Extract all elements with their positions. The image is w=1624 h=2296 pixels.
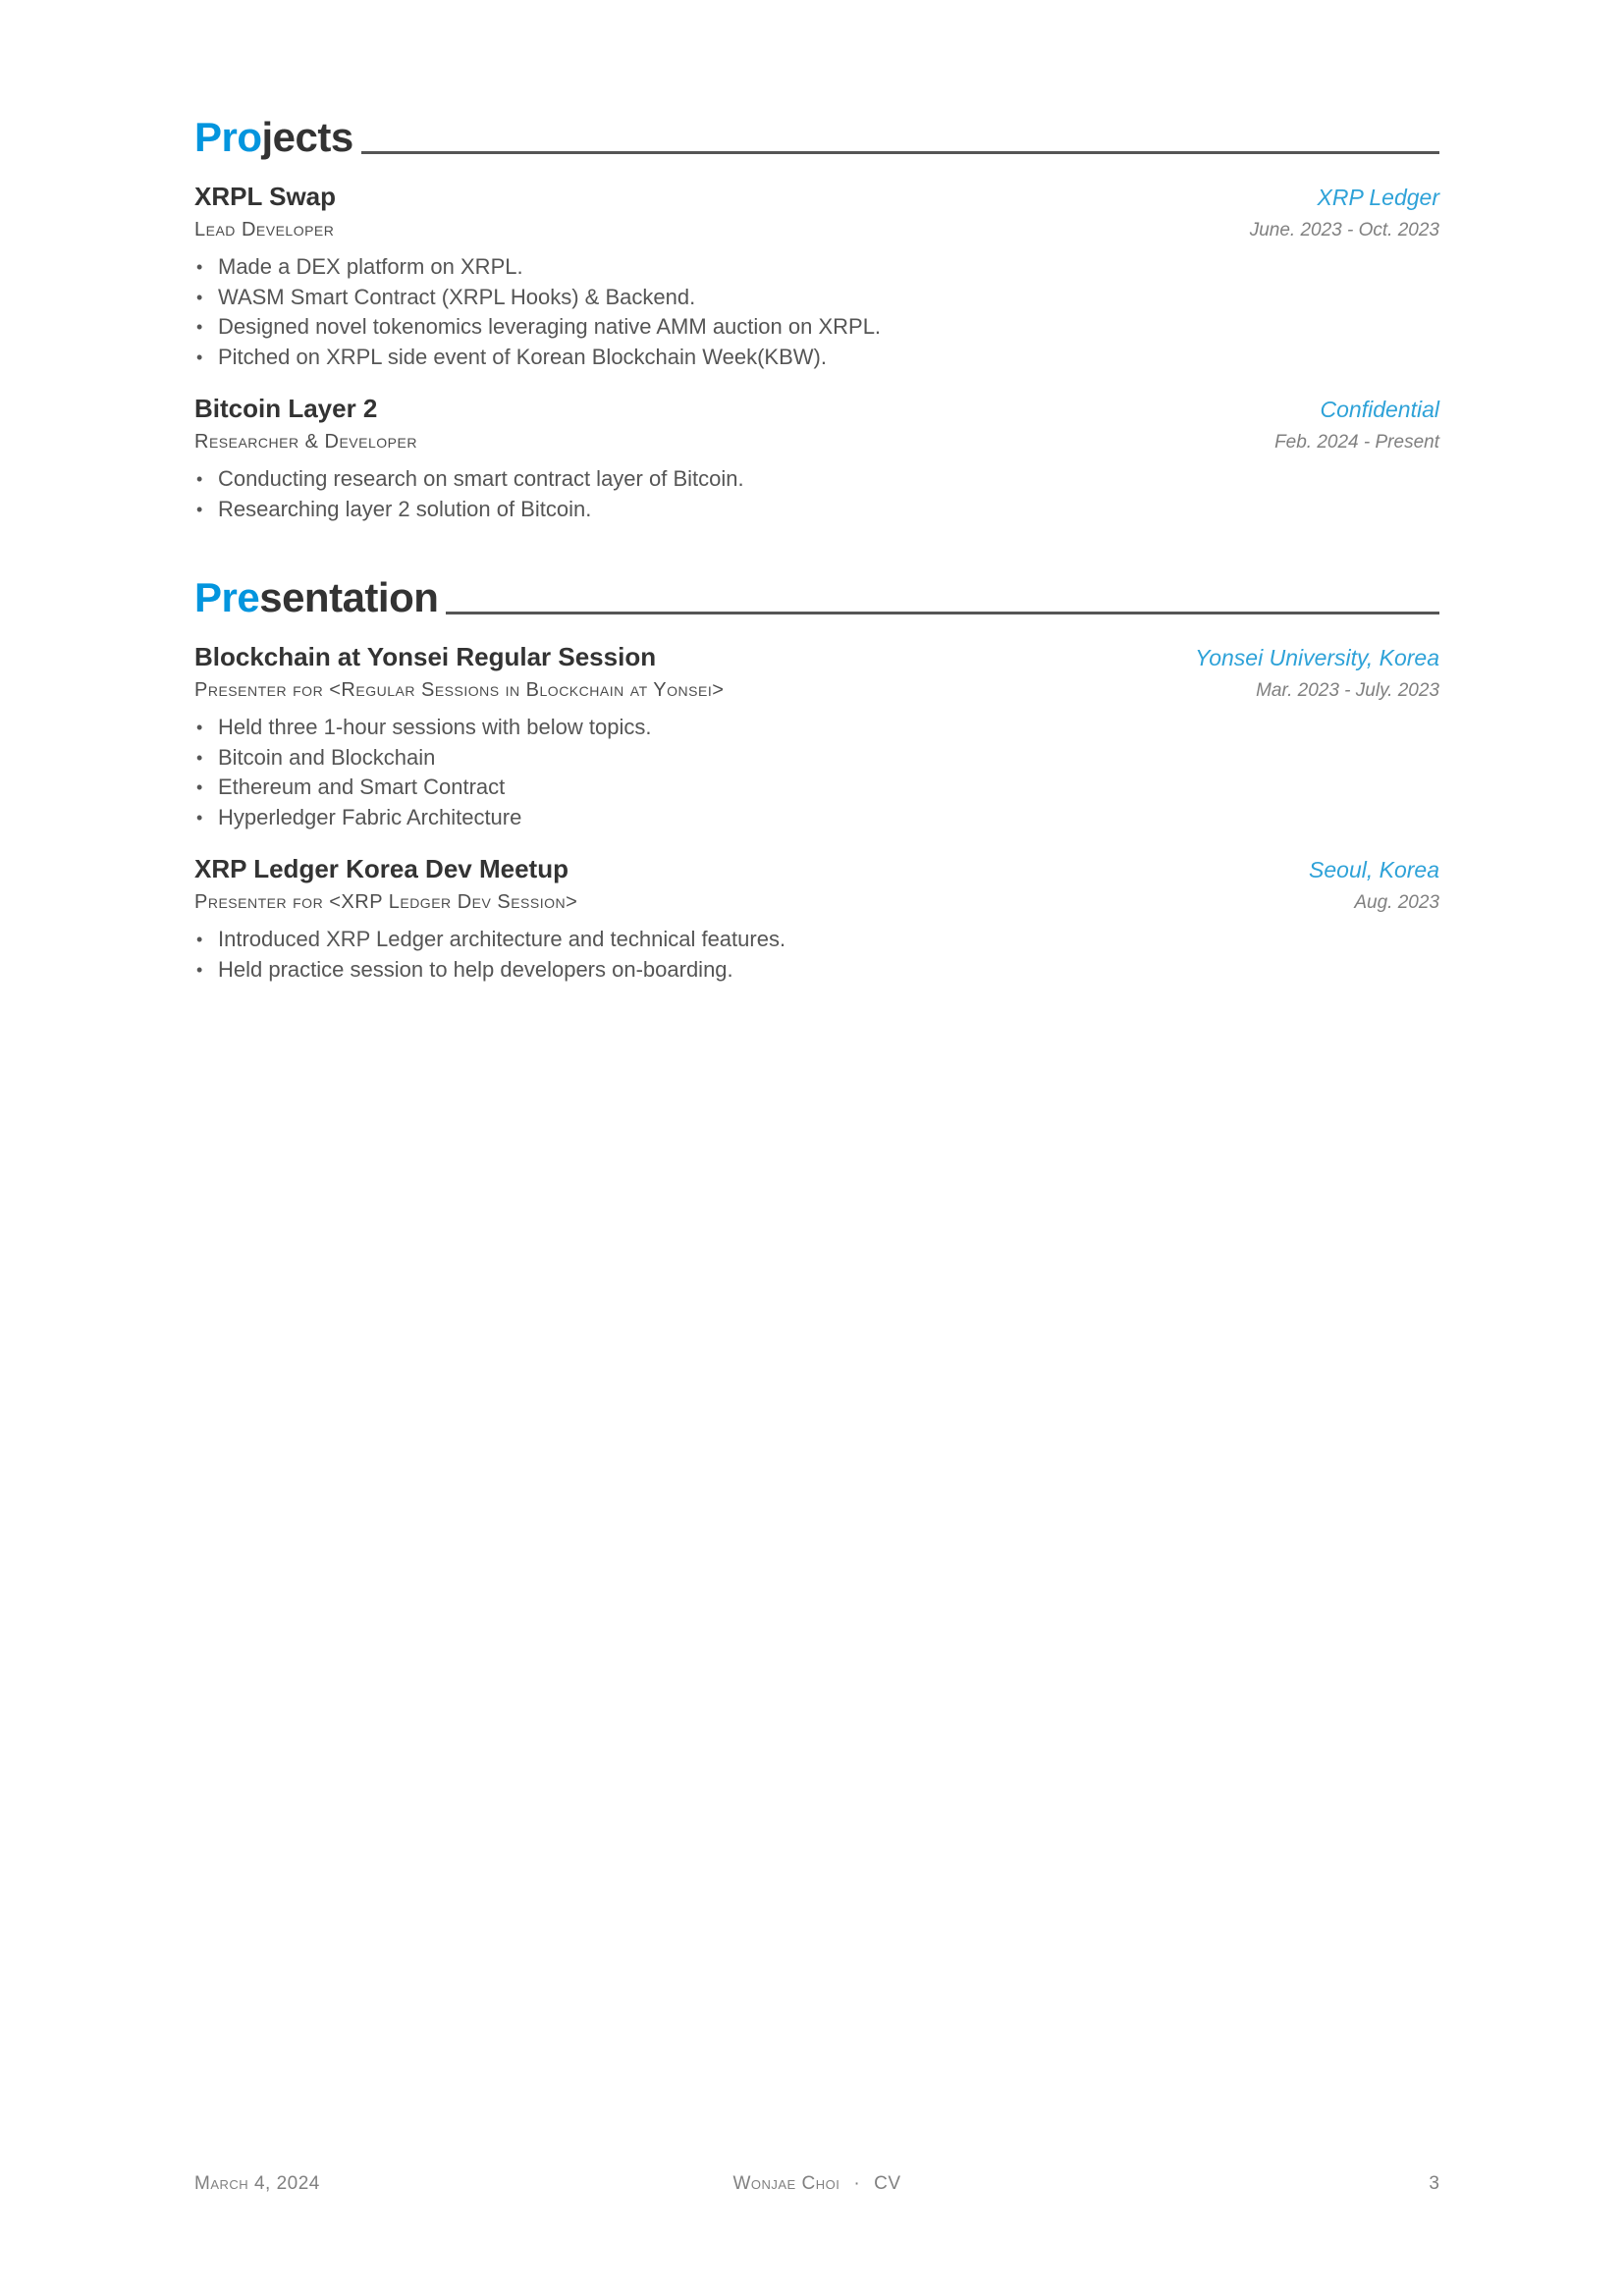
bullet-icon: •: [196, 777, 203, 797]
section-title: Projects: [194, 117, 353, 158]
page-footer: March 4, 2024 Wonjae Choi · CV 3: [194, 2173, 1439, 2203]
list-item: • Conducting research on smart contract l…: [194, 464, 1439, 495]
entry-blockchain-at-yonsei: Blockchain at Yonsei Regular Session Yon…: [194, 642, 1439, 832]
list-item: • Ethereum and Smart Contract: [194, 773, 1439, 803]
section-title-accent: Pro: [194, 114, 262, 160]
section-projects: Projects XRPL Swap XRP Ledger Lead Devel…: [194, 103, 1439, 524]
entry-date: Mar. 2023 - July. 2023: [1256, 680, 1439, 701]
bullet-list: • Conducting research on smart contract l…: [194, 464, 1439, 524]
entry-location: Confidential: [1320, 397, 1439, 422]
bullet-list: • Held three 1-hour sessions with below t…: [194, 713, 1439, 832]
bullet-text: Held practice session to help developers…: [218, 956, 733, 982]
bullet-icon: •: [196, 807, 203, 828]
section-rule: [446, 612, 1439, 614]
bullet-icon: •: [196, 499, 203, 519]
entry-bitcoin-layer-2: Bitcoin Layer 2 Confidential Researcher …: [194, 394, 1439, 524]
cv-page: Projects XRPL Swap XRP Ledger Lead Devel…: [194, 103, 1439, 1024]
list-item: • Held practice session to help developer…: [194, 955, 1439, 986]
bullet-text: Bitcoin and Blockchain: [218, 744, 436, 770]
list-item: • Introduced XRP Ledger architecture and …: [194, 925, 1439, 955]
bullet-text: Designed novel tokenomics leveraging nat…: [218, 314, 882, 339]
footer-separator: ·: [853, 2173, 861, 2194]
section-title-rest: sentation: [259, 574, 439, 620]
bullet-text: Held three 1-hour sessions with below to…: [218, 715, 652, 739]
list-item: • Designed novel tokenomics leveraging na…: [194, 312, 1439, 343]
bullet-icon: •: [196, 257, 203, 277]
list-item: • Researching layer 2 solution of Bitcoin…: [194, 495, 1439, 525]
section-title-rest: jects: [261, 114, 354, 160]
bullet-icon: •: [196, 959, 203, 980]
entry-location: XRP Ledger: [1317, 185, 1439, 210]
entry-date: Feb. 2024 - Present: [1274, 432, 1439, 453]
list-item: • Hyperledger Fabric Architecture: [194, 803, 1439, 833]
section-title-accent: Pre: [194, 574, 260, 620]
entry-date: Aug. 2023: [1354, 892, 1439, 913]
bullet-icon: •: [196, 347, 203, 367]
bullet-text: Ethereum and Smart Contract: [218, 774, 506, 799]
entry-location: Yonsei University, Korea: [1195, 645, 1439, 670]
entry-position: Researcher & Developer: [194, 431, 417, 453]
footer-title: Wonjae Choi · CV: [194, 2173, 1439, 2195]
list-item: • Pitched on XRPL side event of Korean Bl…: [194, 343, 1439, 373]
list-item: • Bitcoin and Blockchain: [194, 743, 1439, 774]
bullet-text: WASM Smart Contract (XRPL Hooks) & Backe…: [218, 284, 696, 309]
bullet-icon: •: [196, 930, 203, 949]
bullet-text: Researching layer 2 solution of Bitcoin.: [218, 496, 592, 521]
bullet-text: Pitched on XRPL side event of Korean Blo…: [218, 344, 827, 369]
bullet-text: Made a DEX platform on XRPL.: [218, 254, 523, 279]
entry-xrp-ledger-korea-meetup: XRP Ledger Korea Dev Meetup Seoul, Korea…: [194, 854, 1439, 985]
entry-title: XRP Ledger Korea Dev Meetup: [194, 854, 568, 883]
entry-position: Lead Developer: [194, 219, 335, 240]
entry-xrpl-swap: XRPL Swap XRP Ledger Lead Developer June…: [194, 182, 1439, 372]
bullet-text: Hyperledger Fabric Architecture: [218, 804, 522, 829]
bullet-icon: •: [196, 747, 203, 768]
list-item: • WASM Smart Contract (XRPL Hooks) & Back…: [194, 283, 1439, 313]
bullet-list: • Made a DEX platform on XRPL. • WASM Smar…: [194, 252, 1439, 372]
bullet-icon: •: [196, 287, 203, 307]
section-presentation: Presentation Blockchain at Yonsei Regula…: [194, 563, 1439, 985]
section-header: Projects: [194, 103, 1439, 158]
entry-title: XRPL Swap: [194, 182, 337, 211]
bullet-icon: •: [196, 317, 203, 337]
section-header: Presentation: [194, 563, 1439, 618]
footer-name: Wonjae Choi: [732, 2173, 840, 2194]
list-item: • Made a DEX platform on XRPL.: [194, 252, 1439, 283]
section-title: Presentation: [194, 574, 439, 620]
footer-doc: CV: [874, 2173, 901, 2194]
entry-position: Presenter for <Regular Sessions in Block…: [194, 679, 725, 701]
entry-date: June. 2023 - Oct. 2023: [1249, 220, 1439, 240]
section-rule: [360, 151, 1439, 154]
bullet-list: • Introduced XRP Ledger architecture and …: [194, 925, 1439, 985]
footer-page-number: 3: [1429, 2173, 1439, 2194]
list-item: • Held three 1-hour sessions with below t…: [194, 713, 1439, 743]
entry-position: Presenter for <XRP Ledger Dev Session>: [194, 891, 578, 913]
bullet-icon: •: [196, 469, 203, 489]
bullet-text: Conducting research on smart contract la…: [218, 466, 744, 491]
entry-title: Bitcoin Layer 2: [194, 394, 378, 423]
entry-title: Blockchain at Yonsei Regular Session: [194, 642, 657, 671]
entry-location: Seoul, Korea: [1309, 857, 1439, 882]
bullet-icon: •: [196, 718, 203, 737]
bullet-text: Introduced XRP Ledger architecture and t…: [218, 927, 786, 951]
